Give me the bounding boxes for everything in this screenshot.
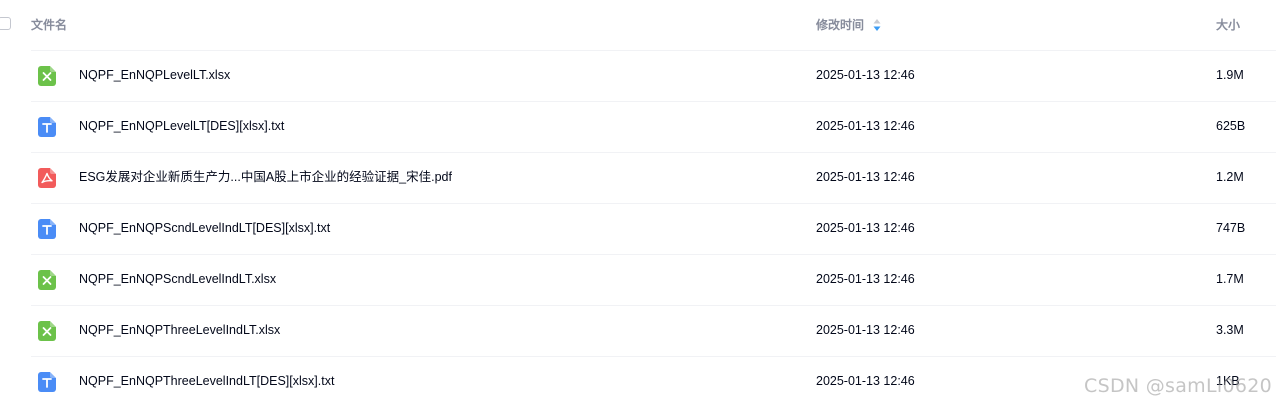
file-name[interactable]: ESG发展对企业新质生产力...中国A股上市企业的经验证据_宋佳.pdf (79, 169, 452, 185)
row-divider (31, 203, 1276, 204)
text-icon (38, 219, 56, 239)
column-header-name[interactable]: 文件名 (31, 17, 67, 33)
modified-time: 2025-01-13 12:46 (816, 272, 915, 286)
file-list: 文件名 修改时间 大小 NQPF_EnNQPLevelLT.xlsx 2025-0… (0, 0, 1276, 405)
row-divider (31, 254, 1276, 255)
text-icon (38, 372, 56, 392)
sort-icon[interactable] (873, 18, 881, 32)
file-name[interactable]: NQPF_EnNQPThreeLevelIndLT.xlsx (79, 322, 280, 338)
table-row[interactable]: ESG发展对企业新质生产力...中国A股上市企业的经验证据_宋佳.pdf 2025… (0, 152, 1276, 203)
row-divider (31, 356, 1276, 357)
table-row[interactable]: NQPF_EnNQPLevelLT[DES][xlsx].txt 2025-01-… (0, 101, 1276, 152)
column-header-size[interactable]: 大小 (1216, 17, 1240, 33)
watermark: CSDN @samLi0620 (1084, 375, 1272, 397)
modified-time: 2025-01-13 12:46 (816, 221, 915, 235)
table-row[interactable]: NQPF_EnNQPThreeLevelIndLT.xlsx 2025-01-13… (0, 305, 1276, 356)
file-name[interactable]: NQPF_EnNQPLevelLT[DES][xlsx].txt (79, 118, 284, 134)
file-name[interactable]: NQPF_EnNQPScndLevelIndLT.xlsx (79, 271, 276, 287)
modified-time: 2025-01-13 12:46 (816, 170, 915, 184)
file-name[interactable]: NQPF_EnNQPLevelLT.xlsx (79, 67, 230, 83)
pdf-icon (38, 168, 56, 188)
file-size: 1.2M (1216, 170, 1244, 184)
table-row[interactable]: NQPF_EnNQPLevelLT.xlsx 2025-01-13 12:46 1.… (0, 50, 1276, 101)
modified-time: 2025-01-13 12:46 (816, 323, 915, 337)
file-size: 747B (1216, 221, 1246, 235)
table-row[interactable]: NQPF_EnNQPScndLevelIndLT[DES][xlsx].txt 2… (0, 203, 1276, 254)
column-header-modified[interactable]: 修改时间 (816, 17, 864, 33)
row-divider (31, 101, 1276, 102)
file-name[interactable]: NQPF_EnNQPScndLevelIndLT[DES][xlsx].txt (79, 220, 330, 236)
table-row[interactable]: NQPF_EnNQPScndLevelIndLT.xlsx 2025-01-13 … (0, 254, 1276, 305)
select-all-checkbox[interactable] (0, 17, 11, 30)
file-size: 1.9M (1216, 68, 1244, 82)
file-name[interactable]: NQPF_EnNQPThreeLevelIndLT[DES][xlsx].txt (79, 373, 334, 389)
modified-time: 2025-01-13 12:46 (816, 68, 915, 82)
row-divider (31, 152, 1276, 153)
file-size: 3.3M (1216, 323, 1244, 337)
modified-time: 2025-01-13 12:46 (816, 119, 915, 133)
row-divider (31, 305, 1276, 306)
file-list-header: 文件名 修改时间 大小 (0, 0, 1276, 50)
text-icon (38, 117, 56, 137)
excel-icon (38, 321, 56, 341)
row-divider (31, 50, 1276, 51)
excel-icon (38, 270, 56, 290)
modified-time: 2025-01-13 12:46 (816, 374, 915, 388)
file-size: 625B (1216, 119, 1246, 133)
excel-icon (38, 66, 56, 86)
file-size: 1.7M (1216, 272, 1244, 286)
